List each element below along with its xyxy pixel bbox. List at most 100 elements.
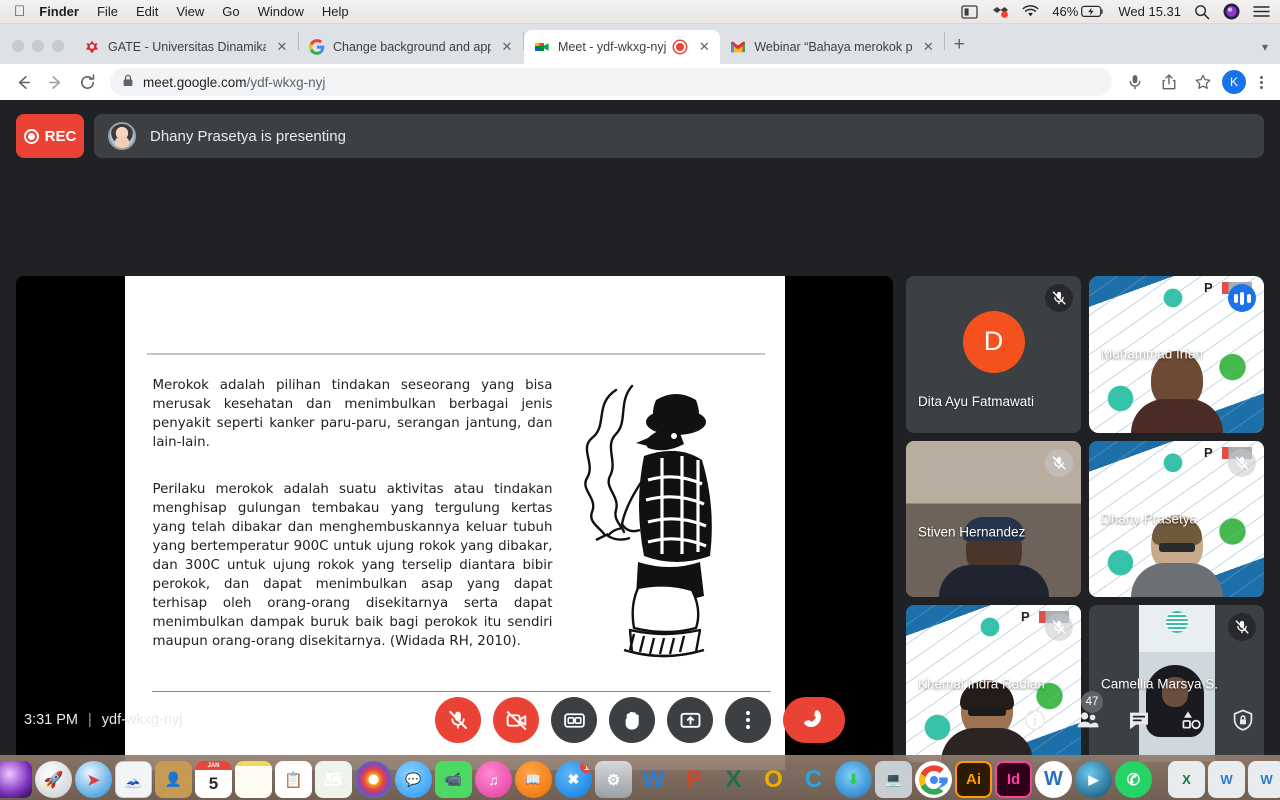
raise-hand-button[interactable] (609, 697, 655, 743)
menu-item-file[interactable]: File (97, 4, 118, 19)
dock-item-photos[interactable] (355, 761, 392, 798)
dock-item-microsoft-powerpoint[interactable]: P (675, 761, 712, 798)
dock-item-word-document-2[interactable]: W (1248, 761, 1280, 798)
dock-item-microsoft-onenote[interactable]: C (795, 761, 832, 798)
slide-text-block: Merokok adalah pilihan tindakan seseoran… (153, 376, 553, 670)
star-icon[interactable] (1188, 67, 1218, 97)
control-center-icon[interactable] (1253, 5, 1270, 18)
rec-button[interactable]: REC (16, 114, 84, 158)
dock-item-wondershare[interactable]: W (1035, 761, 1072, 798)
address-bar[interactable]: meet.google.com/ydf-wkxg-nyj (110, 68, 1112, 96)
maximize-window-button[interactable] (52, 40, 64, 52)
microphone-off-button[interactable] (435, 697, 481, 743)
presenting-banner[interactable]: Dhany Prasetya is presenting (94, 114, 1264, 158)
captions-button[interactable] (551, 697, 597, 743)
close-window-button[interactable] (12, 40, 24, 52)
dropbox-icon[interactable] (991, 5, 1009, 19)
close-tab-icon[interactable]: ✕ (696, 39, 712, 55)
browser-toolbar: meet.google.com/ydf-wkxg-nyj K (0, 64, 1280, 100)
menu-item-finder[interactable]: Finder (39, 4, 79, 19)
browser-tab-gate[interactable]: GATE - Universitas Dinamika ✕ (74, 30, 298, 64)
participant-tile-muhammad-irfan[interactable]: P Muhammad Irfan (1089, 276, 1264, 433)
dock-item-maps[interactable]: 🗺 (315, 761, 352, 798)
share-icon[interactable] (1154, 67, 1184, 97)
dock-item-launchpad[interactable]: 🚀 (35, 761, 72, 798)
close-tab-icon[interactable]: ✕ (920, 39, 936, 55)
dock-item-system-preferences[interactable]: ⚙ (595, 761, 632, 798)
new-tab-button[interactable]: + (945, 32, 973, 60)
url-host: meet.google.com (143, 74, 247, 90)
spotlight-search-icon[interactable] (1194, 4, 1210, 20)
participant-tile-stiven[interactable]: Stiven Hernandez (906, 440, 1081, 598)
tab-recording-indicator-icon[interactable] (674, 41, 687, 53)
browser-tab-change-background[interactable]: Change background and apply ✕ (299, 30, 523, 64)
dock-item-remote-desktop[interactable]: 💻 (875, 761, 912, 798)
dock-item-adobe-illustrator[interactable]: Ai (955, 761, 992, 798)
dock-item-mail[interactable]: 🗻 (115, 761, 152, 798)
leave-call-button[interactable] (783, 697, 845, 743)
minimize-window-button[interactable] (32, 40, 44, 52)
apple-menu-icon[interactable]:  (14, 4, 25, 19)
battery-status[interactable]: 46% (1052, 4, 1105, 19)
dock-item-books[interactable]: 📖 (515, 761, 552, 798)
background-dot (1165, 611, 1188, 634)
browser-tab-webinar-gmail[interactable]: Webinar “Bahaya merokok pad ✕ (720, 30, 944, 64)
present-screen-button[interactable] (667, 697, 713, 743)
dock-item-notes[interactable] (235, 761, 272, 798)
participant-tile-dhany[interactable]: P Dhany Prasetya (1089, 440, 1264, 598)
camera-off-button[interactable] (493, 697, 539, 743)
back-arrow-icon[interactable] (8, 67, 38, 97)
menu-item-window[interactable]: Window (258, 4, 304, 19)
menu-item-help[interactable]: Help (322, 4, 349, 19)
menu-bar-clock[interactable]: Wed 15.31 (1118, 4, 1181, 19)
host-controls-button[interactable] (1228, 705, 1258, 735)
wifi-icon[interactable] (1022, 5, 1039, 18)
browser-profile-avatar[interactable]: K (1222, 70, 1246, 94)
menu-item-view[interactable]: View (176, 4, 204, 19)
display-icon[interactable] (961, 4, 978, 19)
chevron-down-icon[interactable]: ▾ (1250, 40, 1280, 54)
kebab-menu-icon[interactable] (1250, 75, 1272, 89)
dock-item-calendar[interactable]: JAN 5 (195, 761, 232, 798)
dock-item-adobe-indesign[interactable]: Id (995, 761, 1032, 798)
dock-item-facetime[interactable]: 📹 (435, 761, 472, 798)
dock-item-quicktime[interactable]: ▶ (1075, 761, 1112, 798)
microphone-icon[interactable] (1120, 67, 1150, 97)
dock-item-idm[interactable]: ⬇ (835, 761, 872, 798)
dock-item-excel-document[interactable]: X (1168, 761, 1205, 798)
close-tab-icon[interactable]: ✕ (274, 39, 290, 55)
dock-item-microsoft-word[interactable]: W (635, 761, 672, 798)
participants-button[interactable]: 47 (1072, 691, 1103, 735)
close-tab-icon[interactable]: ✕ (499, 39, 515, 55)
dock-item-app-store[interactable]: ✖ 1 (555, 761, 592, 798)
dock-item-safari[interactable]: ➤ (75, 761, 112, 798)
window-traffic-lights[interactable] (0, 40, 74, 64)
meeting-details-button[interactable] (1020, 705, 1050, 735)
reload-icon[interactable] (72, 67, 102, 97)
dock-item-messages[interactable]: 💬 (395, 761, 432, 798)
forward-arrow-icon[interactable] (40, 67, 70, 97)
dock-item-google-chrome[interactable] (915, 761, 952, 798)
menu-item-edit[interactable]: Edit (136, 4, 158, 19)
participant-tile-dita[interactable]: D Dita Ayu Fatmawati (906, 276, 1081, 433)
siri-icon[interactable] (1223, 3, 1240, 20)
dock-item-siri[interactable] (0, 761, 32, 798)
chat-button[interactable] (1124, 705, 1154, 735)
slide-paragraph-2: Perilaku merokok adalah suatu aktivitas … (152, 482, 553, 650)
more-options-button[interactable] (725, 697, 771, 743)
dock-item-reminders[interactable]: 📋 (275, 761, 312, 798)
activities-button[interactable] (1176, 705, 1206, 735)
dock-item-whatsapp[interactable]: ✆ (1115, 761, 1152, 798)
browser-window: GATE - Universitas Dinamika ✕ Change bac… (0, 24, 1280, 100)
browser-tab-title: Change background and apply (333, 40, 491, 54)
dock-item-itunes[interactable]: ♫ (475, 761, 512, 798)
dock-item-microsoft-excel[interactable]: X (715, 761, 752, 798)
calendar-day: 5 (208, 774, 219, 793)
menu-item-go[interactable]: Go (222, 4, 239, 19)
dock-item-contacts[interactable]: 👤 (155, 761, 192, 798)
glasses-icon (1158, 543, 1195, 553)
dock-item-word-document-1[interactable]: W (1208, 761, 1245, 798)
browser-tab-meet[interactable]: Meet - ydf-wkxg-nyj ✕ (524, 30, 721, 64)
participant-name: Dita Ayu Fatmawati (918, 393, 1035, 409)
dock-item-microsoft-outlook[interactable]: O (755, 761, 792, 798)
